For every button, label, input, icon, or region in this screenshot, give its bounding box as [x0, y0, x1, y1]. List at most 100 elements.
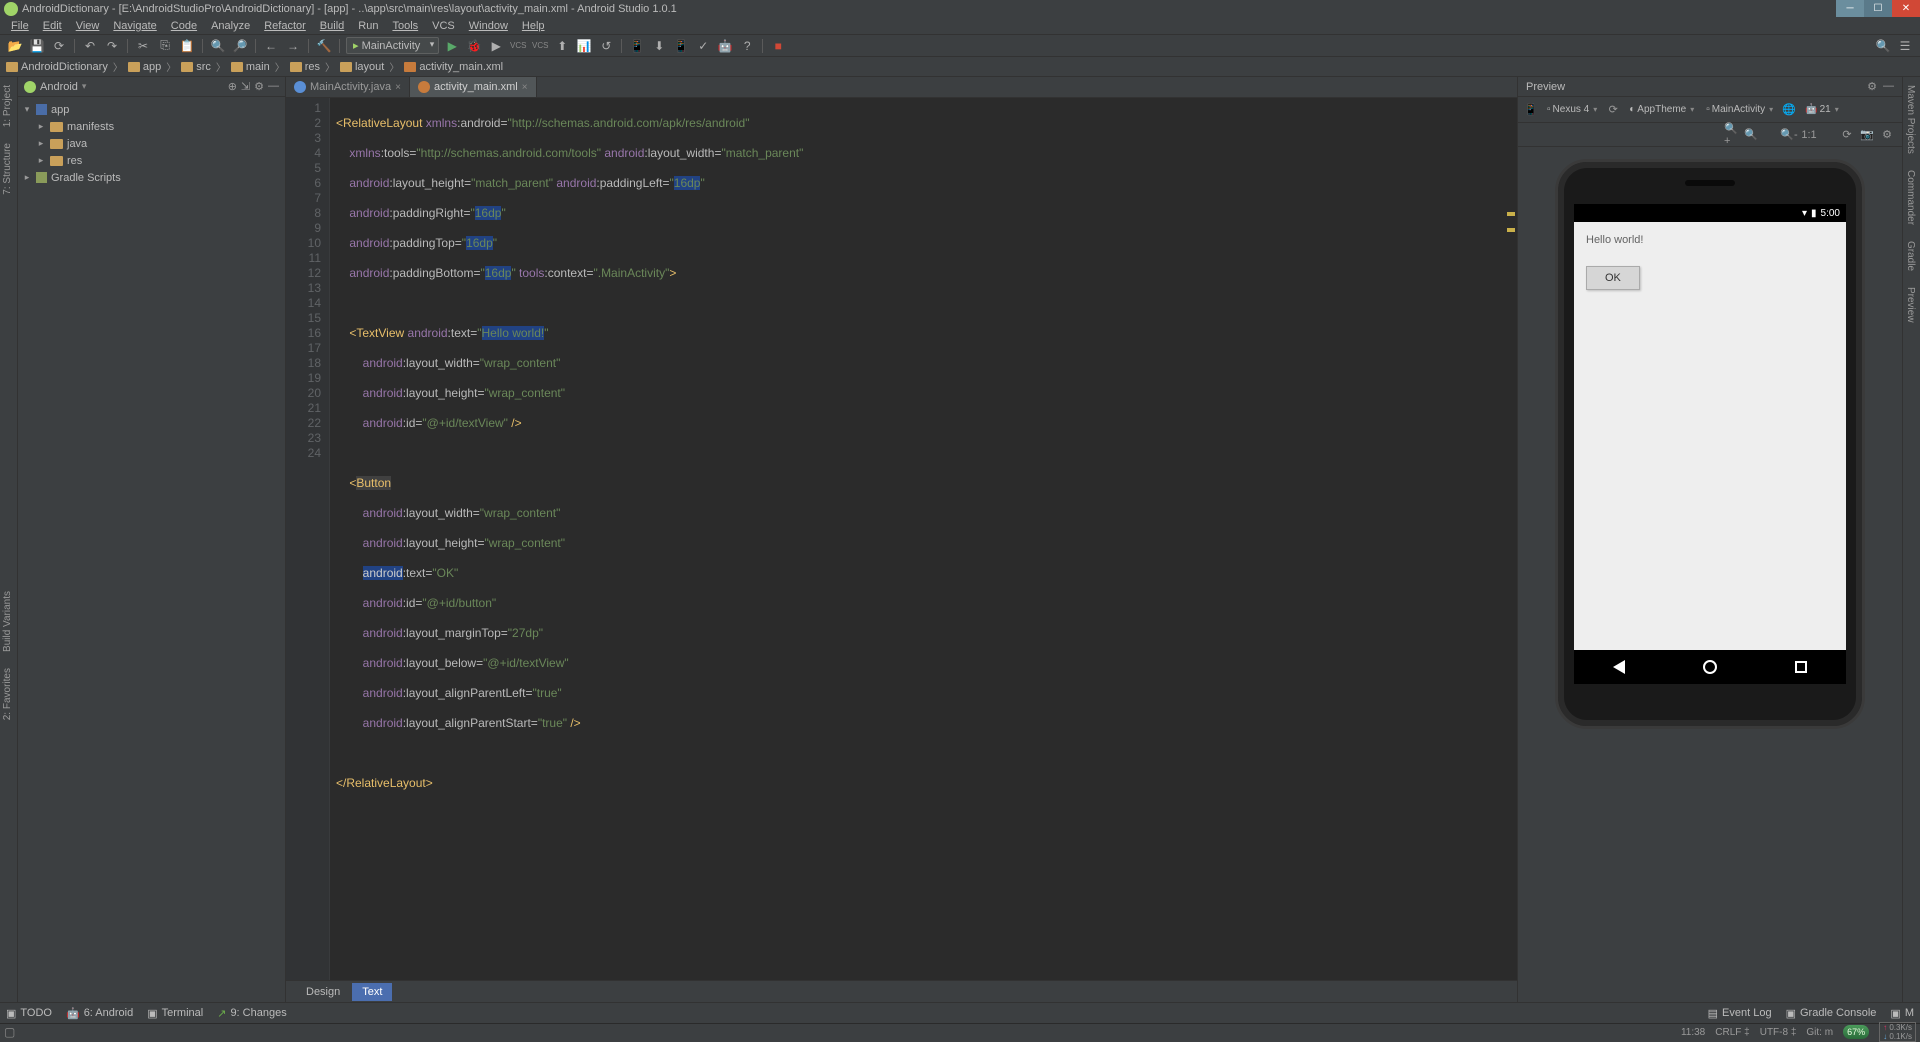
- design-tab[interactable]: Design: [296, 983, 350, 1001]
- rail-build-variants[interactable]: Build Variants: [0, 583, 15, 660]
- gradle-console-toolwindow[interactable]: ▣ Gradle Console: [1786, 1007, 1877, 1020]
- rail-gradle[interactable]: Gradle: [1903, 233, 1918, 279]
- memory-badge[interactable]: 67%: [1843, 1025, 1869, 1039]
- nav-recent-icon[interactable]: [1795, 661, 1807, 673]
- close-button[interactable]: ✕: [1892, 0, 1920, 17]
- activity-dropdown[interactable]: ▫ MainActivity: [1703, 103, 1776, 116]
- line-separator[interactable]: CRLF ‡: [1715, 1027, 1749, 1038]
- menu-refactor[interactable]: Refactor: [257, 20, 313, 32]
- sdk-icon[interactable]: ⬇: [650, 37, 668, 55]
- run-icon[interactable]: ▶: [443, 37, 461, 55]
- attach-icon[interactable]: VCS: [509, 37, 527, 55]
- avd-icon[interactable]: 📱: [628, 37, 646, 55]
- menu-code[interactable]: Code: [164, 20, 204, 32]
- tab-activity-main-xml[interactable]: activity_main.xml×: [410, 77, 537, 97]
- file-encoding[interactable]: UTF-8 ‡: [1760, 1027, 1797, 1038]
- menu-file[interactable]: File: [4, 20, 36, 32]
- text-tab[interactable]: Text: [352, 983, 392, 1001]
- todo-toolwindow[interactable]: ▣ TODO: [6, 1007, 52, 1020]
- android-icon[interactable]: 🤖: [716, 37, 734, 55]
- code-editor[interactable]: 123456789101112131415161718192021222324 …: [286, 98, 1517, 980]
- device-dropdown[interactable]: ▫ Nexus 4: [1544, 103, 1600, 116]
- zoom-out-icon[interactable]: 🔍-: [1782, 128, 1796, 142]
- close-icon[interactable]: ×: [395, 82, 401, 93]
- save-icon[interactable]: 💾: [28, 37, 46, 55]
- copy-icon[interactable]: ⎘: [156, 37, 174, 55]
- debug-icon[interactable]: 🐞: [465, 37, 483, 55]
- settings-icon[interactable]: ⚙: [254, 80, 264, 93]
- nav-home-icon[interactable]: [1703, 660, 1717, 674]
- minimize-button[interactable]: ─: [1836, 0, 1864, 17]
- menu-window[interactable]: Window: [462, 20, 515, 32]
- help-icon[interactable]: ?: [738, 37, 756, 55]
- tree-java[interactable]: ▸java: [18, 135, 285, 152]
- update-icon[interactable]: VCS: [531, 37, 549, 55]
- theme-dropdown[interactable]: ◐ AppTheme: [1626, 103, 1697, 116]
- replace-icon[interactable]: 🔎: [231, 37, 249, 55]
- menu-run[interactable]: Run: [351, 20, 385, 32]
- menu-help[interactable]: Help: [515, 20, 552, 32]
- terminal-toolwindow[interactable]: ▣ Terminal: [147, 1007, 203, 1020]
- ok-button[interactable]: OK: [1586, 266, 1640, 290]
- crumb-project[interactable]: AndroidDictionary: [6, 61, 108, 73]
- find-icon[interactable]: 🔍: [209, 37, 227, 55]
- project-tree[interactable]: ▾app ▸manifests ▸java ▸res ▸Gradle Scrip…: [18, 97, 285, 1002]
- rail-preview[interactable]: Preview: [1903, 279, 1918, 331]
- project-view-dropdown[interactable]: Android ▾: [24, 81, 86, 93]
- zoom-fit-icon[interactable]: 🔍: [1744, 128, 1758, 142]
- tree-manifests[interactable]: ▸manifests: [18, 118, 285, 135]
- memory-indicator-right[interactable]: ▣ M: [1890, 1007, 1914, 1020]
- cut-icon[interactable]: ✂: [134, 37, 152, 55]
- history-icon[interactable]: 📊: [575, 37, 593, 55]
- menu-navigate[interactable]: Navigate: [106, 20, 163, 32]
- redo-icon[interactable]: ↷: [103, 37, 121, 55]
- crumb-main[interactable]: main: [231, 61, 270, 73]
- search-everywhere-icon[interactable]: 🔍: [1874, 37, 1892, 55]
- reset-icon[interactable]: ⟳: [1840, 128, 1854, 142]
- crumb-app[interactable]: app: [128, 61, 161, 73]
- menu-view[interactable]: View: [69, 20, 107, 32]
- options-icon[interactable]: ⚙: [1880, 128, 1894, 142]
- close-icon[interactable]: ×: [522, 82, 528, 93]
- back-icon[interactable]: ←: [262, 37, 280, 55]
- eventlog-toolwindow[interactable]: ▤ Event Log: [1708, 1007, 1772, 1020]
- run-config-dropdown[interactable]: ▸ MainActivity: [346, 37, 439, 54]
- tree-res[interactable]: ▸res: [18, 152, 285, 169]
- crumb-res[interactable]: res: [290, 61, 320, 73]
- warning-marker[interactable]: [1507, 212, 1515, 216]
- zoom-in-icon[interactable]: 🔍+: [1724, 128, 1738, 142]
- screenshot-icon[interactable]: 📷: [1860, 128, 1874, 142]
- menu-analyze[interactable]: Analyze: [204, 20, 257, 32]
- undo-icon[interactable]: ↶: [81, 37, 99, 55]
- stop-icon[interactable]: ■: [769, 37, 787, 55]
- menu-edit[interactable]: Edit: [36, 20, 69, 32]
- maximize-button[interactable]: ☐: [1864, 0, 1892, 17]
- android-toolwindow[interactable]: 🤖 6: Android: [66, 1007, 133, 1020]
- make-icon[interactable]: 🔨: [315, 37, 333, 55]
- commit-icon[interactable]: ⬆: [553, 37, 571, 55]
- scroll-from-source-icon[interactable]: ⊕: [228, 80, 237, 93]
- caret-position[interactable]: 11:38: [1681, 1027, 1705, 1038]
- api-dropdown[interactable]: 🤖 21: [1802, 103, 1842, 116]
- collapse-all-icon[interactable]: ⇲: [241, 80, 250, 93]
- nav-back-icon[interactable]: [1613, 660, 1625, 674]
- zoom-actual-icon[interactable]: 1:1: [1802, 128, 1816, 142]
- rail-favorites[interactable]: 2: Favorites: [0, 660, 15, 728]
- crumb-layout[interactable]: layout: [340, 61, 384, 73]
- toolwindow-quick-icon[interactable]: ▢: [4, 1025, 15, 1039]
- locale-icon[interactable]: 🌐: [1782, 103, 1796, 117]
- crumb-src[interactable]: src: [181, 61, 211, 73]
- open-icon[interactable]: 📂: [6, 37, 24, 55]
- rail-commander[interactable]: Commander: [1903, 162, 1918, 233]
- revert-icon[interactable]: ↺: [597, 37, 615, 55]
- tree-app[interactable]: ▾app: [18, 101, 285, 118]
- forward-icon[interactable]: →: [284, 37, 302, 55]
- lint-icon[interactable]: ✓: [694, 37, 712, 55]
- orientation-icon[interactable]: 📱: [1524, 103, 1538, 117]
- menu-build[interactable]: Build: [313, 20, 351, 32]
- paste-icon[interactable]: 📋: [178, 37, 196, 55]
- settings-icon[interactable]: ☰: [1896, 37, 1914, 55]
- tree-gradle-scripts[interactable]: ▸Gradle Scripts: [18, 169, 285, 186]
- hide-icon[interactable]: —: [268, 80, 279, 93]
- rail-project[interactable]: 1: Project: [0, 77, 15, 135]
